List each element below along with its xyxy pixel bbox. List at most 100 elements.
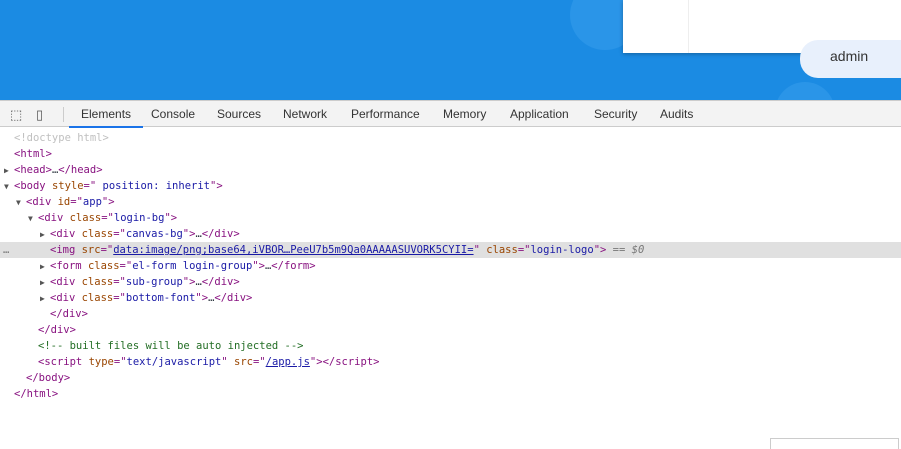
code-token: src [81, 244, 101, 256]
resource-link[interactable]: data:image/png;base64,iVBOR…PeeU7b5m9Qa0… [113, 244, 473, 256]
code-token: <div [50, 292, 82, 304]
user-menu[interactable]: admin [800, 40, 901, 78]
code-token: "> [309, 356, 323, 368]
dom-node-line[interactable]: <script type="text/javascript" src="/app… [0, 354, 901, 370]
code-token: class [87, 260, 120, 272]
code-token: </div> [201, 276, 240, 288]
expand-arrow-icon[interactable]: ▶ [40, 259, 50, 275]
expand-arrow-icon[interactable]: ▶ [40, 227, 50, 243]
code-token: </form> [271, 260, 316, 272]
code-token: <html> [14, 148, 52, 160]
code-token: =" [113, 292, 126, 304]
code-token: app [82, 196, 102, 208]
code-token: =" [101, 212, 114, 224]
dom-node-line[interactable]: ▶ <head>…</head> [0, 162, 901, 178]
code-token: <div [50, 276, 82, 288]
code-token: <div [38, 212, 70, 224]
code-token: "> [182, 276, 196, 288]
inspect-element-icon[interactable]: ⬚ [10, 107, 22, 123]
device-toolbar-icon[interactable]: ▯ [36, 107, 43, 123]
divider [63, 107, 64, 122]
code-token: <form [50, 260, 88, 272]
code-token: class [81, 228, 114, 240]
code-token: <!doctype html> [14, 132, 109, 144]
dom-node-line[interactable]: </html> [0, 386, 901, 402]
dom-node-line[interactable]: … <img src="data:image/png;base64,iVBOR…P… [0, 242, 901, 258]
code-token: </script> [322, 356, 380, 368]
tab-security[interactable]: Security [594, 107, 637, 121]
resource-link[interactable]: /app.js [266, 356, 310, 368]
expand-arrow-icon[interactable]: ▶ [40, 291, 50, 307]
code-token: =" [113, 356, 127, 368]
code-token: == $0 [606, 244, 645, 256]
tab-memory[interactable]: Memory [443, 107, 486, 121]
dom-node-line[interactable]: ▼ <body style=" position: inherit"> [0, 178, 901, 194]
more-options-icon[interactable]: … [3, 242, 9, 258]
code-token: style [51, 180, 84, 192]
dom-node-line[interactable]: ▶ <div class="bottom-font">…</div> [0, 290, 901, 306]
dom-node-line[interactable]: ▶ <div class="canvas-bg">…</div> [0, 226, 901, 242]
code-token: =" [70, 196, 83, 208]
code-token: =" [252, 356, 266, 368]
code-token: class [81, 292, 114, 304]
code-token: =" [113, 228, 126, 240]
code-token: bottom-font [125, 292, 196, 304]
code-token: class [486, 244, 518, 256]
dom-node-line[interactable]: ▶ <div class="sub-group">…</div> [0, 274, 901, 290]
code-token: =" [119, 260, 133, 272]
code-token: </head> [58, 164, 103, 176]
code-token: "> [252, 260, 265, 272]
code-token: el-form login-group [132, 260, 253, 272]
code-token: login-logo [530, 244, 594, 256]
elements-tree: <!doctype html> <html> ▶ <head>…</head> ▼ <bo… [0, 130, 901, 402]
code-token: </div> [38, 324, 76, 336]
dom-node-line[interactable]: <!doctype html> [0, 130, 901, 146]
tab-elements[interactable]: Elements [68, 107, 144, 128]
dom-node-line[interactable]: <!-- built files will be auto injected -… [0, 338, 901, 354]
dom-node-line[interactable]: ▼ <div class="login-bg"> [0, 210, 901, 226]
collapse-arrow-icon[interactable]: ▼ [4, 179, 14, 195]
code-token: "> [182, 228, 196, 240]
code-token: =" [517, 244, 531, 256]
code-token: <div [50, 228, 82, 240]
dom-node-line[interactable]: <html> [0, 146, 901, 162]
code-token: position: inherit [96, 180, 210, 192]
code-token: </html> [14, 388, 59, 400]
code-token: class [69, 212, 102, 224]
code-token: login-bg [113, 212, 165, 224]
collapse-arrow-icon[interactable]: ▼ [16, 195, 26, 211]
collapse-arrow-icon[interactable]: ▼ [28, 211, 38, 227]
tab-performance[interactable]: Performance [351, 107, 420, 121]
page-viewport: admin [0, 0, 901, 100]
code-token: "> [210, 180, 223, 192]
dom-node-line[interactable]: </div> [0, 322, 901, 338]
code-token: "> [593, 244, 607, 256]
code-token: text/javascript [126, 356, 222, 368]
code-token: src [234, 356, 253, 368]
dom-node-line[interactable]: ▶ <form class="el-form login-group">…</fo… [0, 258, 901, 274]
tab-console[interactable]: Console [151, 107, 195, 121]
expand-arrow-icon[interactable]: ▶ [4, 163, 14, 179]
code-token: type [88, 356, 114, 368]
code-token: </div> [50, 308, 88, 320]
user-name: admin [830, 48, 869, 64]
code-token: <!-- built files will be auto injected -… [38, 340, 304, 352]
tab-audits[interactable]: Audits [660, 107, 693, 121]
code-token: canvas-bg [125, 228, 183, 240]
dom-node-line[interactable]: </body> [0, 370, 901, 386]
code-token: "> [101, 196, 115, 208]
dom-node-line[interactable]: </div> [0, 306, 901, 322]
code-token: " [473, 244, 487, 256]
code-token: <script [38, 356, 89, 368]
code-token: "> [195, 292, 209, 304]
code-token: " [221, 356, 235, 368]
expand-arrow-icon[interactable]: ▶ [40, 275, 50, 291]
code-token: <head> [14, 164, 52, 176]
dom-node-line[interactable]: ▼ <div id="app"> [0, 194, 901, 210]
tab-sources[interactable]: Sources [217, 107, 261, 121]
code-token: class [81, 276, 114, 288]
tab-network[interactable]: Network [283, 107, 327, 121]
code-token: =" [100, 244, 114, 256]
decor-bubble [775, 82, 835, 100]
tab-application[interactable]: Application [510, 107, 569, 121]
